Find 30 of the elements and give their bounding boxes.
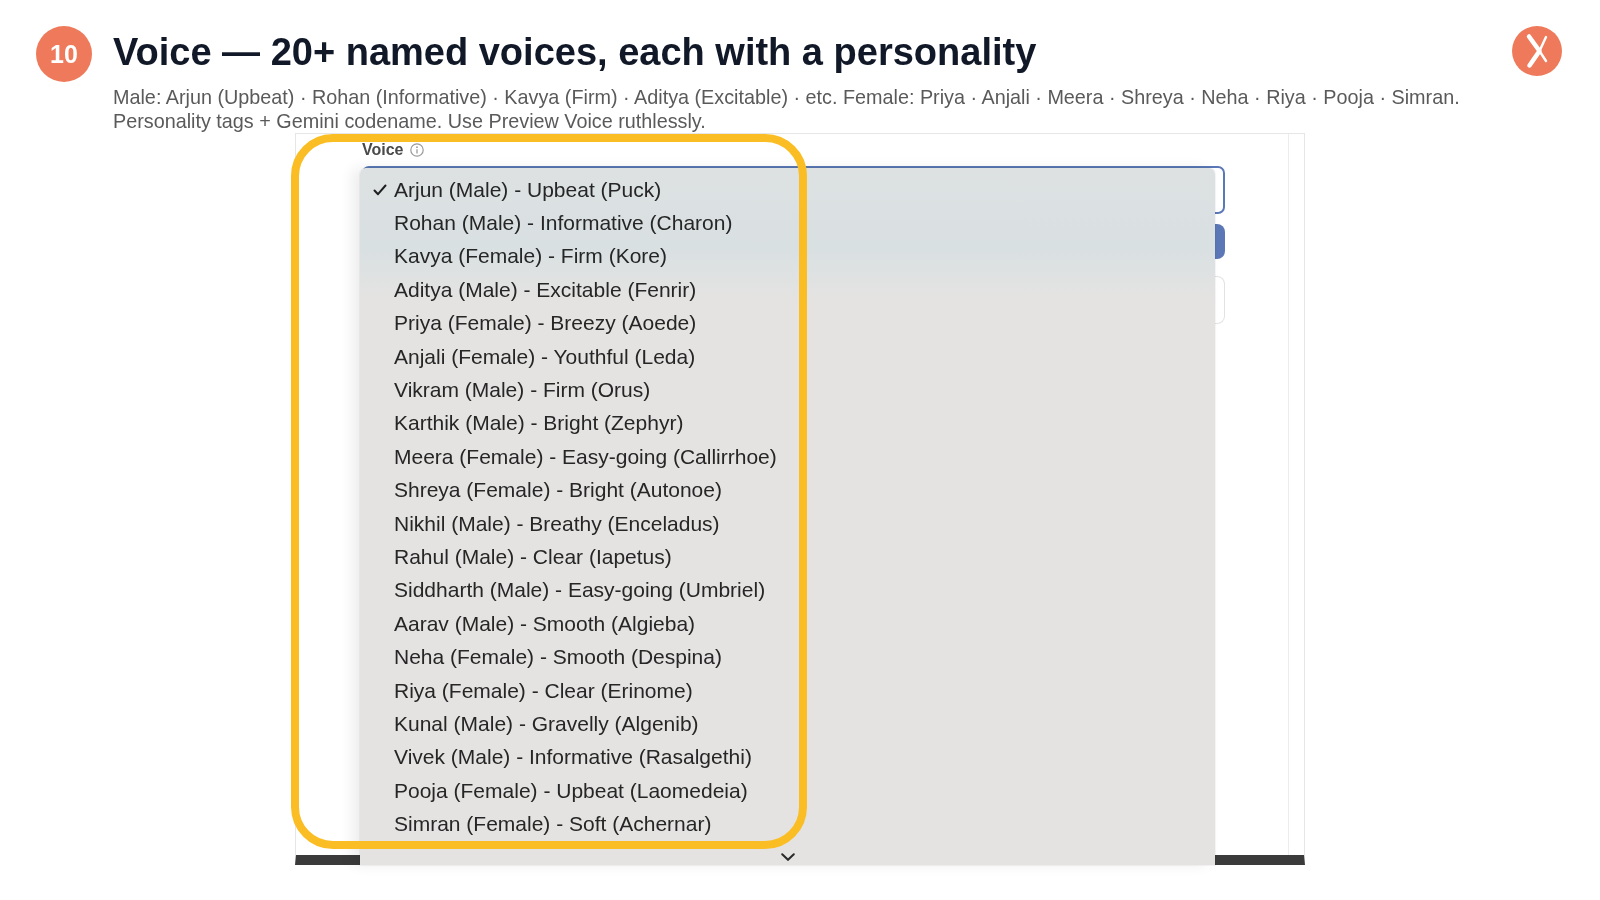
menu-option[interactable]: Aarav (Male) - Smooth (Algieba) bbox=[373, 611, 696, 636]
check-icon bbox=[373, 183, 387, 196]
button-edge[interactable] bbox=[1215, 224, 1225, 259]
chevron-down-icon[interactable] bbox=[780, 853, 795, 861]
menu-option[interactable]: Siddharth (Male) - Easy-going (Umbriel) bbox=[373, 578, 766, 603]
menu-option[interactable]: Vikram (Male) - Firm (Orus) bbox=[373, 378, 651, 403]
menu-option[interactable]: Aditya (Male) - Excitable (Fenrir) bbox=[373, 277, 697, 302]
menu-option[interactable]: Pooja (Female) - Upbeat (Laomedeia) bbox=[373, 778, 748, 803]
menu-option[interactable]: Shreya (Female) - Bright (Autonoe) bbox=[373, 478, 722, 503]
slide-number-badge: 10 bbox=[36, 26, 92, 82]
menu-option[interactable]: Rahul (Male) - Clear (Iapetus) bbox=[373, 545, 672, 569]
menu-option[interactable]: Karthik (Male) - Bright (Zephyr) bbox=[373, 411, 684, 436]
menu-option[interactable]: Arjun (Male) - Upbeat (Puck) bbox=[373, 177, 662, 202]
menu-option[interactable]: Meera (Female) - Easy-going (Callirrhoe) bbox=[373, 444, 777, 469]
menu-option[interactable]: Vivek (Male) - Informative (Rasalgethi) bbox=[373, 745, 752, 770]
subtitle-text: Personality tags + Gemini codename. Use Preview Voice ruthlessly. bbox=[113, 109, 706, 133]
info-icon bbox=[409, 142, 424, 157]
subtitle-text: Male: Arjun (Upbeat) · Rohan (Informative) · Kavya (Firm) · Aditya (Excitable) · etc. Female: Priya · Anjali · Meera · Shreya · Neha · Riya · Pooja · Simran. bbox=[113, 85, 1460, 109]
slide-title: Voice — 20+ named voices, each with a personality bbox=[113, 30, 1037, 75]
menu-option[interactable]: Priya (Female) - Breezy (Aoede) bbox=[373, 311, 697, 336]
menu-option[interactable]: Kunal (Male) - Gravelly (Algenib) bbox=[373, 711, 699, 736]
field-label: Voice bbox=[362, 140, 404, 159]
menu-option[interactable]: Riya (Female) - Clear (Erinome) bbox=[373, 678, 693, 703]
menu-option[interactable]: Kavya (Female) - Firm (Kore) bbox=[373, 244, 668, 269]
cross-logo-icon bbox=[1512, 26, 1562, 76]
menu-option[interactable]: Neha (Female) - Smooth (Despina) bbox=[373, 645, 722, 670]
menu-option[interactable]: Simran (Female) - Soft (Achernar) bbox=[373, 812, 712, 837]
menu-option[interactable]: Nikhil (Male) - Breathy (Enceladus) bbox=[373, 511, 720, 536]
menu-option[interactable]: Anjali (Female) - Youthful (Leda) bbox=[373, 344, 696, 369]
menu-option[interactable]: Rohan (Male) - Informative (Charon) bbox=[373, 211, 733, 236]
